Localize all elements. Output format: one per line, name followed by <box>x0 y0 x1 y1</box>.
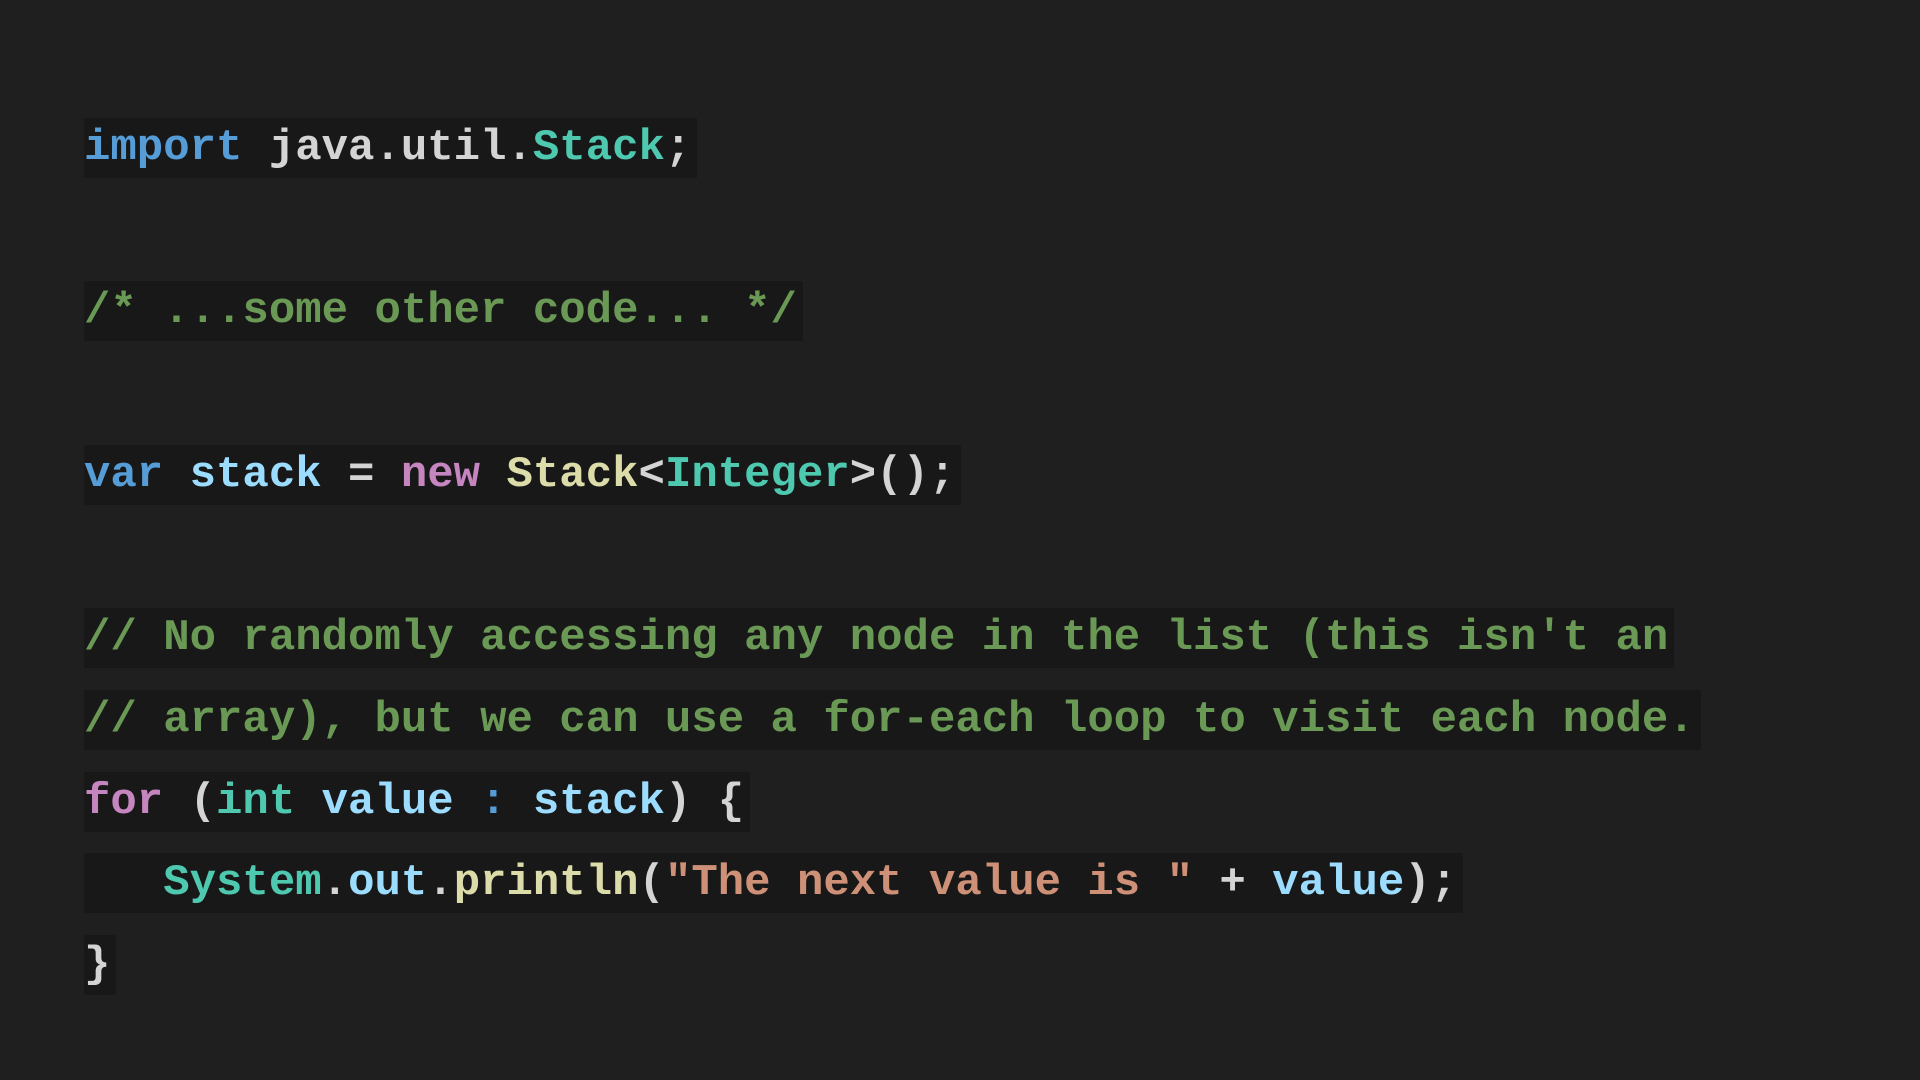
code-token: ) { <box>664 776 745 827</box>
code-line-highlight: } <box>84 934 117 995</box>
code-line: // array), but we can use a for-each loo… <box>84 680 1701 762</box>
code-token: int <box>216 776 296 827</box>
code-token: . <box>427 858 454 909</box>
code-token: println <box>453 858 639 909</box>
code-token: value <box>1272 858 1405 909</box>
code-line: import java.util.Stack; <box>84 108 1701 190</box>
code-token: value <box>321 776 454 827</box>
code-line-highlight: /* ...some other code... */ <box>84 281 803 342</box>
code-line: var stack = new Stack<Integer>(); <box>84 435 1701 517</box>
code-token: "The next value is " <box>664 858 1194 909</box>
code-line: System.out.println("The next value is " … <box>84 843 1701 925</box>
code-line: /* ...some other code... */ <box>84 271 1701 353</box>
code-token: /* ...some other code... */ <box>84 286 797 337</box>
code-token: java.util. <box>242 123 533 173</box>
code-token: import <box>84 123 243 173</box>
code-token: // array), but we can use a for-each loo… <box>84 694 1695 745</box>
code-token: System <box>163 858 322 909</box>
code-token: Stack <box>506 449 639 500</box>
code-line: } <box>84 925 1701 1007</box>
code-line-highlight: import java.util.Stack; <box>84 118 698 178</box>
code-line-highlight: for (int value : stack) { <box>84 771 751 832</box>
code-token: stack <box>189 449 322 500</box>
code-token: < <box>638 449 665 500</box>
code-token: new <box>400 449 481 500</box>
code-token: >(); <box>849 449 956 500</box>
code-token: ( <box>638 858 665 909</box>
code-line-highlight: // array), but we can use a for-each loo… <box>84 689 1701 750</box>
code-token: out <box>348 858 428 909</box>
code-line: // No randomly accessing any node in the… <box>84 598 1701 680</box>
code-token: // No randomly accessing any node in the… <box>84 613 1669 664</box>
code-token: ; <box>664 123 692 173</box>
code-token: stack <box>532 776 665 827</box>
code-token: Integer <box>664 449 850 500</box>
code-token: var <box>84 449 164 500</box>
code-token: : <box>453 776 533 827</box>
code-token: + <box>1193 858 1273 909</box>
code-token: . <box>321 858 349 909</box>
code-line: for (int value : stack) { <box>84 762 1701 844</box>
code-editor[interactable]: import java.util.Stack;/* ...some other … <box>84 108 1701 1007</box>
code-token: } <box>84 939 111 990</box>
code-token: Stack <box>532 123 665 173</box>
code-line-highlight: // No randomly accessing any node in the… <box>84 608 1675 669</box>
code-token: = <box>321 449 401 500</box>
code-token: ( <box>163 776 217 827</box>
code-token: for <box>84 776 164 827</box>
code-token: ); <box>1404 858 1458 909</box>
code-line-highlight: System.out.println("The next value is " … <box>84 853 1464 914</box>
code-line-highlight: var stack = new Stack<Integer>(); <box>84 444 962 505</box>
